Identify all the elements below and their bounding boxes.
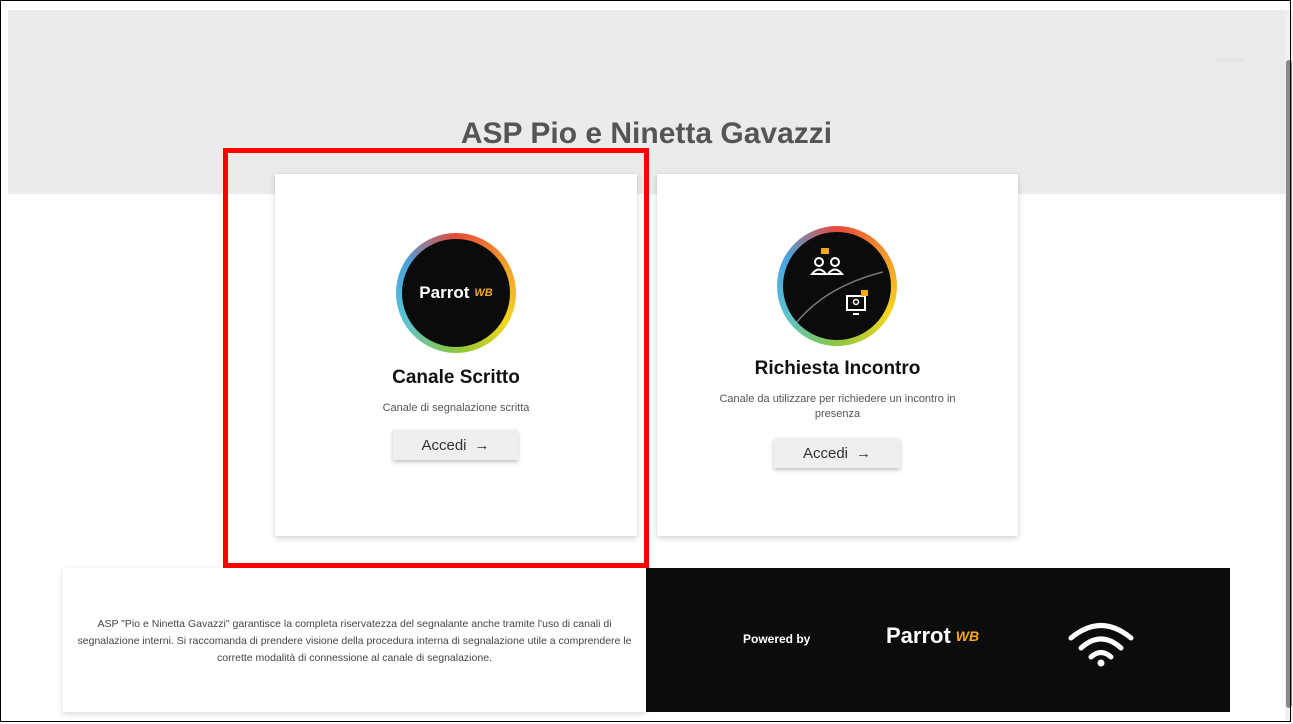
header-menu-icon[interactable]	[1216, 58, 1244, 62]
page-title: ASP Pio e Ninetta Gavazzi	[460, 117, 833, 150]
parrot-brand-text: Parrot	[886, 623, 951, 648]
wb-logo-mark: WB	[474, 287, 493, 299]
header-band	[8, 10, 1286, 194]
footer-privacy-panel: ASP "Pio e Ninetta Gavazzi" garantisce l…	[63, 568, 646, 712]
arrow-right-icon: →	[474, 436, 490, 454]
accedi-button-label: Accedi	[802, 444, 849, 462]
card-canale-scritto: Parrot WB Canale Scritto Canale di segna…	[275, 174, 637, 536]
wb-brand-mark: WB	[955, 628, 980, 644]
footer-brand-panel: Powered by Parrot WB	[646, 568, 1230, 712]
meeting-logo	[777, 226, 897, 346]
accedi-button[interactable]: Accedi →	[393, 430, 518, 460]
card-description: Canale da utilizzare per richiedere un i…	[719, 393, 956, 420]
footer-privacy-text: ASP "Pio e Ninetta Gavazzi" garantisce l…	[77, 618, 632, 664]
arrow-right-icon: →	[856, 444, 872, 462]
meeting-icon	[792, 248, 884, 328]
card-title: Canale Scritto	[392, 367, 520, 388]
card-richiesta-incontro: Richiesta Incontro Canale da utilizzare …	[657, 174, 1018, 536]
card-title: Richiesta Incontro	[754, 358, 921, 379]
parrot-brand-logo: Parrot WB	[886, 623, 979, 649]
card-description: Canale di segnalazione scritta	[382, 402, 530, 414]
parrot-logo: Parrot WB	[396, 233, 516, 353]
powered-by-label: Powered by	[743, 632, 811, 646]
scrollbar-thumb[interactable]	[1286, 60, 1292, 708]
accedi-button[interactable]: Accedi →	[774, 438, 900, 468]
parrot-logo-text: Parrot	[419, 283, 470, 302]
accedi-button-label: Accedi	[421, 436, 467, 454]
wifi-icon	[1068, 623, 1134, 667]
